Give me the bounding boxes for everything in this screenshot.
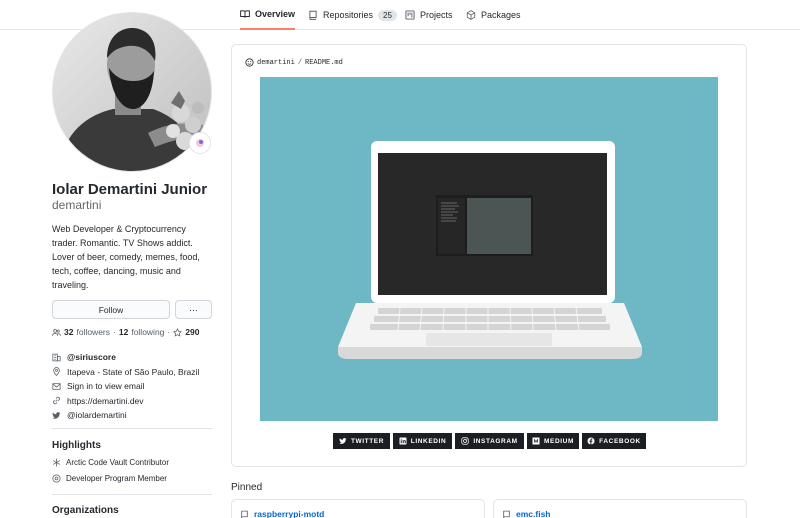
tab-projects-label: Projects	[420, 10, 453, 20]
medium-badge-label: MEDIUM	[544, 437, 574, 445]
facebook-icon	[587, 437, 595, 445]
profile-username: demartini	[52, 198, 102, 212]
twitter-badge-label: TWITTER	[350, 437, 385, 445]
following-label: following	[131, 327, 165, 337]
sidebar-divider	[52, 428, 212, 429]
organizations-heading: Organizations	[52, 505, 119, 516]
profile-location: Itapeva - State of São Paulo, Brazil	[52, 365, 217, 380]
medium-badge[interactable]: MEDIUM	[527, 433, 579, 449]
stars-count: 290	[185, 327, 200, 337]
profile-stats: 32 followers · 12 following · 290	[52, 327, 199, 337]
linkedin-badge-label: LINKEDIN	[410, 437, 447, 445]
followers-link[interactable]: 32 followers	[64, 327, 110, 337]
facebook-badge-label: FACEBOOK	[599, 437, 641, 445]
location-text: Itapeva - State of São Paulo, Brazil	[67, 366, 200, 377]
medium-icon	[532, 437, 540, 445]
link-icon	[53, 397, 60, 405]
star-icon	[173, 327, 183, 337]
follow-button[interactable]: Follow	[52, 300, 170, 319]
tab-packages-label: Packages	[481, 10, 521, 20]
following-count: 12	[118, 327, 129, 337]
company-link[interactable]: @siriuscore	[67, 352, 116, 362]
repo-icon	[241, 510, 248, 518]
pinned-heading: Pinned	[231, 482, 263, 493]
repositories-count-badge: 25	[378, 9, 397, 21]
website-link[interactable]: https://demartini.dev	[67, 396, 144, 406]
followers-count: 32	[64, 327, 74, 337]
pinned-repo-name: emc.fish	[516, 509, 551, 518]
repo-icon	[309, 10, 317, 20]
status-emoji-button[interactable]	[189, 132, 211, 154]
people-icon	[52, 328, 61, 336]
profile-company: @siriuscore	[52, 350, 217, 365]
twitter-icon	[52, 411, 61, 419]
twitter-badge[interactable]: TWITTER	[333, 433, 390, 449]
instagram-badge[interactable]: INSTAGRAM	[455, 433, 524, 449]
stats-separator: ·	[167, 327, 171, 337]
readme-file-link[interactable]: README.md	[305, 59, 343, 67]
location-icon	[53, 367, 60, 377]
readme-separator: /	[297, 58, 303, 67]
pinned-repo-link[interactable]: emc.fish	[502, 509, 551, 518]
highlight-item: Developer Program Member	[52, 474, 167, 483]
twitter-link[interactable]: @iolardemartini	[67, 410, 127, 420]
snowflake-icon	[52, 458, 61, 467]
sidebar-divider	[52, 494, 212, 495]
twitter-icon	[339, 438, 347, 444]
tab-overview[interactable]: Overview	[240, 0, 296, 30]
linkedin-icon	[399, 437, 407, 445]
pinned-repo-name: raspberrypi-motd	[254, 509, 325, 518]
organization-icon	[52, 353, 61, 362]
instagram-badge-label: INSTAGRAM	[473, 437, 518, 445]
stats-separator: ·	[113, 327, 116, 337]
book-icon	[240, 10, 250, 18]
following-link[interactable]: 12 following	[119, 327, 165, 337]
smiley-icon	[245, 58, 254, 67]
readme-breadcrumb: demartini / README.md	[245, 58, 343, 67]
instagram-icon	[461, 437, 469, 445]
cpu-icon	[52, 474, 61, 483]
email-signin-link[interactable]: Sign in to view email	[67, 381, 144, 391]
mail-icon	[52, 383, 61, 390]
profile-email: Sign in to view email	[52, 379, 217, 394]
tab-repositories[interactable]: Repositories 25	[308, 0, 397, 30]
tab-packages[interactable]: Packages	[466, 0, 521, 30]
profile-bio: Web Developer & Cryptocurrency trader. R…	[52, 224, 200, 290]
profile-website: https://demartini.dev	[52, 394, 217, 409]
avatar-photo	[53, 13, 211, 171]
package-icon	[466, 10, 476, 20]
profile-details: @siriuscore Itapeva - State of São Paulo…	[52, 350, 217, 423]
pinned-repo-link[interactable]: raspberrypi-motd	[240, 509, 324, 518]
readme-banner-image	[260, 77, 718, 421]
project-icon	[405, 10, 415, 20]
tab-projects[interactable]: Projects	[405, 0, 453, 30]
tab-repositories-label: Repositories	[323, 10, 374, 20]
avatar[interactable]	[52, 12, 212, 172]
highlight-label: Developer Program Member	[66, 474, 167, 483]
highlight-item: Arctic Code Vault Contributor	[52, 458, 169, 467]
unicorn-emoji-icon	[196, 139, 204, 147]
readme-user-link[interactable]: demartini	[257, 59, 295, 67]
highlights-heading: Highlights	[52, 440, 101, 451]
highlight-label: Arctic Code Vault Contributor	[66, 458, 170, 467]
tab-overview-label: Overview	[255, 9, 296, 19]
stars-link[interactable]: 290	[173, 327, 199, 337]
more-options-button[interactable]: ···	[175, 300, 212, 319]
laptop-illustration	[338, 141, 642, 359]
profile-twitter: @iolardemartini	[52, 408, 217, 423]
profile-full-name: Iolar Demartini Junior	[52, 181, 208, 198]
linkedin-badge[interactable]: LINKEDIN	[393, 433, 452, 449]
followers-label: followers	[76, 327, 111, 337]
repo-icon	[503, 510, 510, 518]
facebook-badge[interactable]: FACEBOOK	[582, 433, 646, 449]
